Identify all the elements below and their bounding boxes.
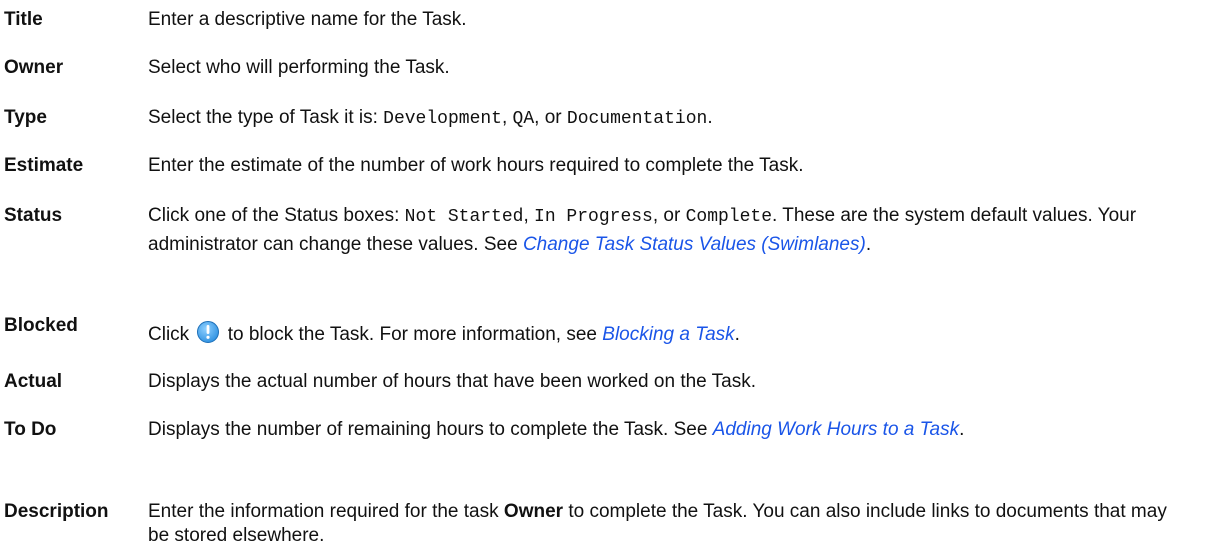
blocking-a-task-link[interactable]: Blocking a Task — [602, 324, 734, 345]
status-pre-text: Click one of the Status boxes: — [148, 205, 405, 226]
description-owner-bold: Owner — [503, 501, 564, 522]
desc-todo: Displays the number of remaining hours t… — [148, 416, 1168, 443]
term-type: Type — [4, 107, 47, 128]
desc-estimate: Enter the estimate of the number of work… — [148, 155, 804, 176]
blocked-post-text: . — [734, 324, 740, 345]
status-option-in-progress: In Progress — [534, 207, 653, 227]
status-sep-2: , or — [652, 205, 686, 226]
blocked-exclamation-icon[interactable] — [196, 320, 220, 344]
status-option-complete: Complete — [685, 207, 773, 227]
term-actual: Actual — [4, 371, 63, 392]
desc-type: Select the type of Task it is: Developme… — [148, 106, 1168, 131]
desc-blocked: Click to block the Task. For more inform… — [148, 320, 1168, 347]
term-blocked: Blocked — [4, 315, 78, 336]
desc-description: Enter the information required for the t… — [148, 500, 1168, 548]
type-sep-2: , or — [534, 107, 567, 128]
status-sep-1: , — [523, 205, 535, 226]
adding-work-hours-link[interactable]: Adding Work Hours to a Task — [713, 419, 959, 440]
type-sep-1: , — [501, 107, 513, 128]
desc-actual: Displays the actual number of hours that… — [148, 371, 757, 392]
desc-status: Click one of the Status boxes: Not Start… — [148, 202, 1168, 258]
term-todo: To Do — [4, 419, 57, 440]
todo-pre-text: Displays the number of remaining hours t… — [148, 419, 713, 440]
desc-title: Enter a descriptive name for the Task. — [148, 9, 467, 30]
status-post-text: . — [865, 234, 872, 255]
type-post-text: . — [707, 107, 713, 128]
term-owner: Owner — [4, 57, 64, 78]
term-description: Description — [4, 501, 109, 522]
todo-post-text: . — [959, 419, 965, 440]
change-task-status-values-link[interactable]: Change Task Status Values (Swimlanes) — [523, 234, 866, 255]
type-option-documentation: Documentation — [566, 109, 708, 129]
type-pre-text: Select the type of Task it is: — [148, 107, 384, 128]
term-estimate: Estimate — [4, 155, 84, 176]
type-option-qa: QA — [512, 109, 535, 129]
term-title: Title — [4, 9, 43, 30]
desc-owner: Select who will performing the Task. — [148, 57, 450, 78]
status-option-not-started: Not Started — [404, 207, 524, 227]
term-status: Status — [4, 205, 63, 226]
type-option-development: Development — [383, 109, 502, 129]
field-definitions-list: Title Enter a descriptive name for the T… — [0, 0, 1220, 560]
blocked-pre-text: Click — [148, 324, 195, 345]
blocked-mid-text: to block the Task. For more information,… — [222, 324, 603, 345]
description-pre-text: Enter the information required for the t… — [148, 501, 504, 522]
